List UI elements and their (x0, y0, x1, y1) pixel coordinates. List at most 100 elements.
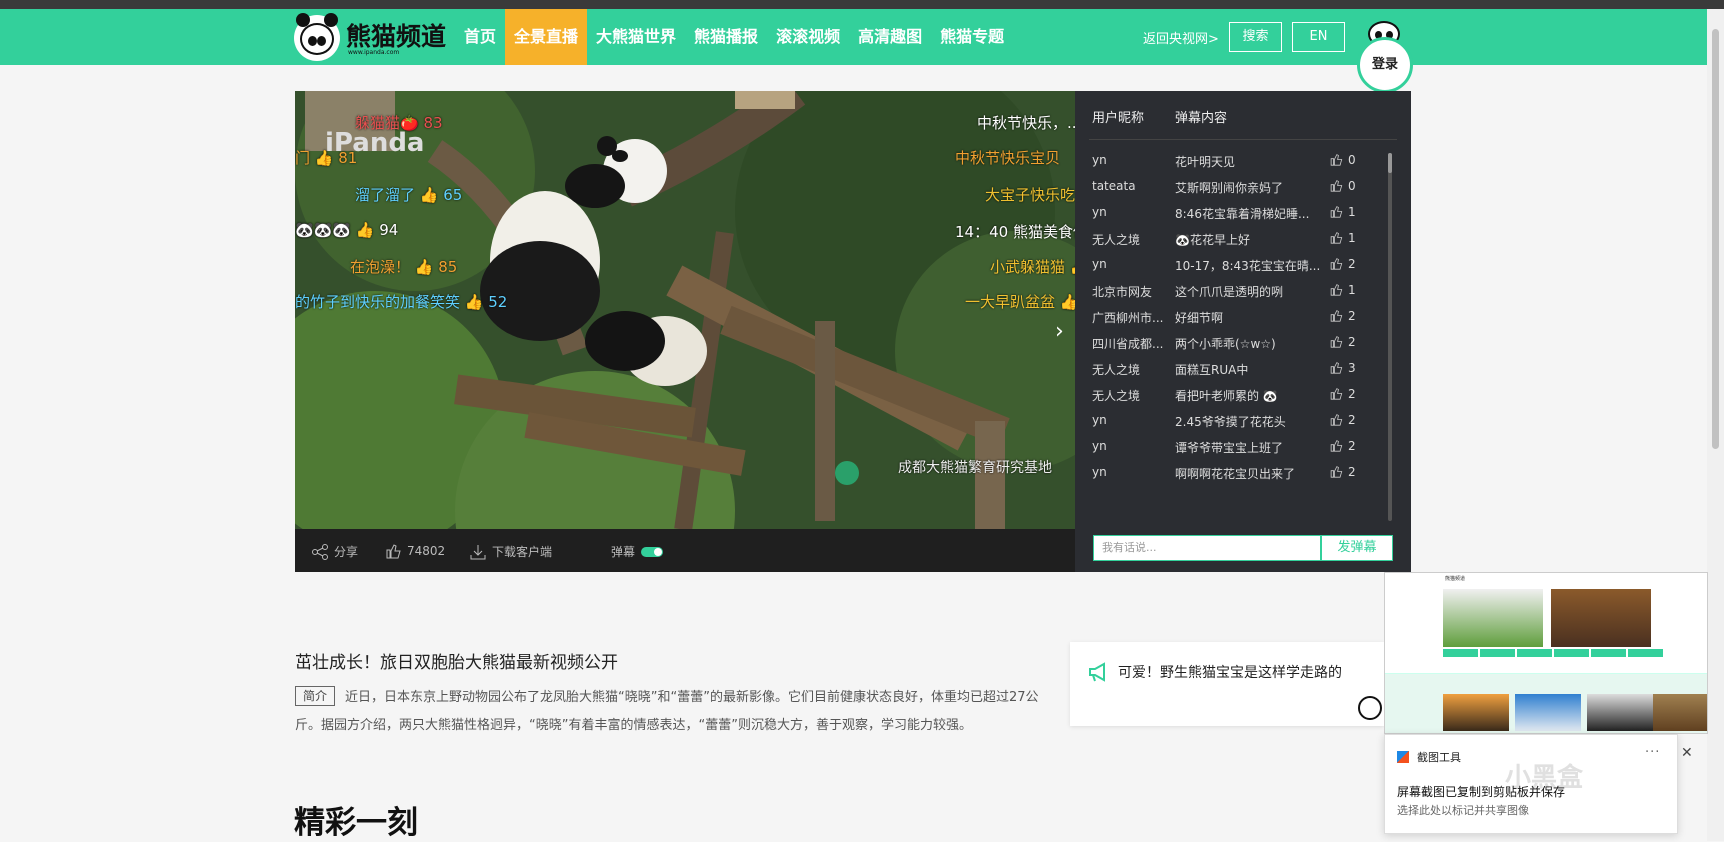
chat-username: 无人之境 (1092, 233, 1141, 247)
chat-like-count: 2 (1348, 309, 1356, 323)
next-camera-arrow-icon[interactable]: › (1055, 319, 1064, 344)
chat-username: 北京市网友 (1092, 285, 1153, 299)
promo-card[interactable]: 可爱！野生熊猫宝宝是这样学走路的 (1070, 642, 1384, 726)
download-label: 下载客户端 (492, 545, 553, 559)
nav-item-topics[interactable]: 熊猫专题 (931, 9, 1013, 65)
preview-brand: 熊猫频道 (1445, 576, 1466, 582)
language-button[interactable]: EN (1292, 22, 1345, 52)
preview-image (1653, 694, 1707, 731)
chat-username: 无人之境 (1092, 389, 1141, 403)
chat-username: yn (1092, 153, 1107, 167)
nav-item-live[interactable]: 全景直播 (505, 9, 588, 65)
intro-tag: 简介 (295, 686, 335, 706)
main-nav: 首页 全景直播 大熊猫世界 熊猫播报 滚滚视频 高清趣图 熊猫专题 (455, 9, 1013, 65)
chat-message: 2.45爷爷摸了花花头 (1175, 415, 1286, 429)
thumbs-up-icon[interactable] (1329, 257, 1343, 273)
like-count: 74802 (407, 544, 446, 558)
nav-item-panda-world[interactable]: 大熊猫世界 (587, 9, 685, 65)
window-top-bar (0, 0, 1724, 9)
nav-item-home[interactable]: 首页 (455, 9, 505, 65)
chat-like-count: 3 (1348, 361, 1356, 375)
camera-location-label: 成都大熊猫繁育研究基地 (898, 460, 1052, 476)
nav-item-news[interactable]: 熊猫播报 (685, 9, 767, 65)
chat-username: 四川省成都... (1092, 337, 1164, 351)
article-title[interactable]: 茁壮成长！旅日双胞胎大熊猫最新视频公开 (295, 648, 618, 673)
page-scrollbar[interactable] (1707, 9, 1724, 841)
thumbs-up-icon[interactable] (1329, 153, 1343, 169)
nav-item-photos[interactable]: 高清趣图 (849, 9, 931, 65)
danmu-toggle[interactable]: 弹幕 (611, 543, 664, 560)
back-to-cctv-link[interactable]: 返回央视网> (1143, 28, 1219, 47)
search-button[interactable]: 搜索 (1229, 22, 1282, 52)
live-video-player[interactable]: iPanda 躲猫猫🍅 83 门 👍 81 溜了溜了 👍 65 🐼🐼🐼 👍 94… (295, 91, 1075, 529)
chat-row: 四川省成都... 两个小乖乖(☆w☆) 2 (1092, 329, 1392, 357)
thumbs-up-icon[interactable] (1329, 205, 1343, 221)
toggle-switch-icon (641, 546, 664, 557)
chat-like-count: 0 (1348, 179, 1356, 193)
danmu-input[interactable]: 我有话说... (1093, 535, 1321, 561)
thumbs-up-icon[interactable] (1329, 361, 1343, 377)
chat-like-count: 2 (1348, 335, 1356, 349)
chat-row: yn 8:46花宝靠着滑梯妃睡... 1 (1092, 199, 1392, 227)
chat-row: 广西柳州市... 好细节啊 2 (1092, 303, 1392, 331)
thumbs-up-icon[interactable] (1329, 335, 1343, 351)
download-client-button[interactable]: 下载客户端 (470, 543, 552, 560)
chat-row: yn 2.45爷爷摸了花花头 2 (1092, 407, 1392, 435)
danmu-comment: 躲猫猫🍅 83 (355, 114, 443, 132)
thumbs-up-icon[interactable] (1329, 179, 1343, 195)
chat-message: 艾斯啊别闹你亲妈了 (1175, 181, 1284, 195)
close-icon[interactable]: ✕ (1681, 745, 1693, 761)
chat-username: yn (1092, 257, 1107, 271)
danmu-comment: 的竹子到快乐的加餐笑笑 👍 52 (295, 293, 508, 311)
chat-row: tateata 艾斯啊别闹你亲妈了 0 (1092, 173, 1392, 201)
chat-row: yn 谭爷爷带宝宝上班了 2 (1092, 433, 1392, 461)
send-danmu-button[interactable]: 发弹幕 (1321, 535, 1393, 561)
thumbs-up-icon[interactable] (1329, 231, 1343, 247)
thumbs-up-icon[interactable] (1329, 283, 1343, 299)
chat-message: 面糕互RUA中 (1175, 363, 1249, 377)
nav-item-videos[interactable]: 滚滚视频 (767, 9, 849, 65)
thumbs-up-icon[interactable] (1329, 439, 1343, 455)
like-button[interactable]: 74802 (385, 543, 445, 559)
chat-username: yn (1092, 439, 1107, 453)
chat-row: yn 啊啊啊花花宝贝出来了 2 (1092, 459, 1392, 487)
screenshot-preview[interactable]: 熊猫频道 (1384, 572, 1708, 734)
snipping-tool-notification[interactable]: 小黑盒 截图工具 ··· ✕ 屏幕截图已复制到剪贴板并保存 选择此处以标记并共享… (1384, 734, 1693, 834)
preview-image (1515, 694, 1581, 731)
thumbs-up-icon[interactable] (1329, 387, 1343, 403)
chat-row: 无人之境 面糕互RUA中 3 (1092, 355, 1392, 383)
chat-username: yn (1092, 465, 1107, 479)
danmu-comment: 门 👍 81 (295, 149, 358, 167)
danmu-label: 弹幕 (611, 545, 636, 559)
chat-like-count: 0 (1348, 153, 1356, 167)
thumbs-up-icon[interactable] (1329, 309, 1343, 325)
thumbs-up-icon[interactable] (1329, 465, 1343, 481)
promo-text: 可爱！野生熊猫宝宝是这样学走路的 (1118, 665, 1342, 681)
chat-header-content: 弹幕内容 (1175, 111, 1228, 126)
preview-image (1551, 589, 1651, 647)
chat-row: 无人之境 🐼花花早上好 1 (1092, 225, 1392, 253)
download-icon (470, 544, 486, 559)
chat-like-count: 1 (1348, 283, 1356, 297)
login-button[interactable]: 登录 (1357, 21, 1413, 93)
chat-username: 广西柳州市... (1092, 311, 1164, 325)
site-header: 熊猫频道 www.ipanda.com 首页 全景直播 大熊猫世界 熊猫播报 滚… (0, 9, 1707, 93)
danmu-comment: 小武躲猫猫 👍 (990, 258, 1075, 276)
danmu-comment: 中秋节快乐宝贝 (955, 149, 1061, 167)
chat-message: 10-17，8:43花宝宝在晴... (1175, 259, 1320, 273)
chat-message: 好细节啊 (1175, 311, 1224, 325)
share-button[interactable]: 分享 (312, 543, 358, 560)
notification-title: 屏幕截图已复制到剪贴板并保存 (1397, 785, 1566, 799)
chat-like-count: 2 (1348, 413, 1356, 427)
more-options-icon[interactable]: ··· (1645, 745, 1660, 760)
thumbs-up-icon[interactable] (1329, 413, 1343, 429)
chat-message: 8:46花宝靠着滑梯妃睡... (1175, 207, 1310, 221)
danmu-comment: 中秋节快乐，... (977, 114, 1075, 132)
brand-url: www.ipanda.com (348, 49, 400, 56)
notification-app-name: 截图工具 (1417, 751, 1461, 764)
chat-username: yn (1092, 413, 1107, 427)
panda-logo-icon[interactable] (294, 13, 340, 61)
chat-like-count: 2 (1348, 439, 1356, 453)
brand-name[interactable]: 熊猫频道 (346, 17, 446, 53)
snipping-tool-icon (1397, 751, 1409, 763)
